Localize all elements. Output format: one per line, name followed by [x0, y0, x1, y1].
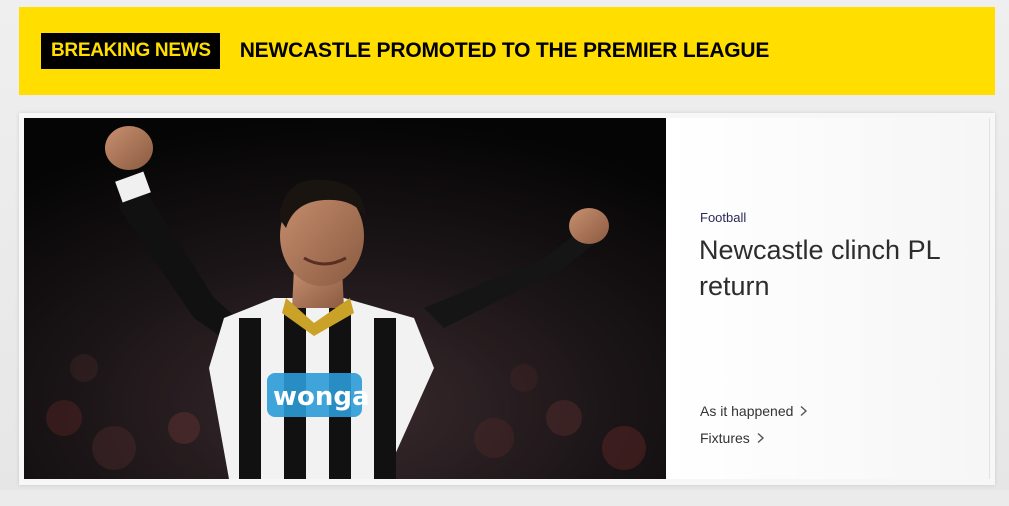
chevron-right-icon	[800, 405, 808, 417]
breaking-news-badge: BREAKING NEWS	[41, 33, 220, 69]
hero-story-card[interactable]: wonga Football Newcastle clinch PL retur…	[19, 113, 995, 485]
shirt-sponsor-text: wonga	[273, 382, 370, 412]
story-links: As it happened Fixtures	[700, 402, 808, 456]
as-it-happened-link[interactable]: As it happened	[700, 402, 808, 420]
fixtures-label: Fixtures	[700, 430, 750, 446]
fixtures-link[interactable]: Fixtures	[700, 429, 808, 447]
breaking-news-banner[interactable]: BREAKING NEWS NEWCASTLE PROMOTED TO THE …	[19, 7, 995, 95]
hero-photo[interactable]: wonga	[24, 118, 666, 479]
chevron-right-icon	[757, 432, 764, 444]
bottom-strip	[0, 490, 1009, 506]
story-category[interactable]: Football	[700, 210, 746, 225]
story-title[interactable]: Newcastle clinch PL return	[699, 232, 979, 304]
story-text-panel: Football Newcastle clinch PL return As i…	[666, 118, 990, 479]
page: BREAKING NEWS NEWCASTLE PROMOTED TO THE …	[0, 0, 1009, 506]
breaking-news-headline[interactable]: NEWCASTLE PROMOTED TO THE PREMIER LEAGUE	[240, 39, 770, 63]
as-it-happened-label: As it happened	[700, 403, 794, 419]
